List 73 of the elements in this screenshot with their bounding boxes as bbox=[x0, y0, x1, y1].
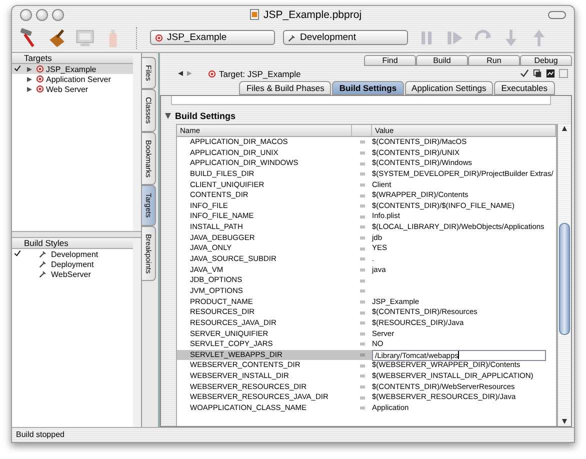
equals-icon bbox=[360, 214, 364, 219]
equals-icon bbox=[360, 225, 364, 230]
scroll-thumb[interactable] bbox=[559, 223, 570, 335]
equals-icon bbox=[360, 172, 364, 176]
target-item[interactable]: Application Server bbox=[12, 74, 133, 84]
equals-icon bbox=[360, 406, 364, 410]
equals-icon bbox=[360, 182, 364, 187]
column-header: Targets bbox=[12, 53, 133, 64]
equals-icon bbox=[360, 321, 364, 326]
equals-icon bbox=[360, 342, 364, 346]
equals-icon bbox=[360, 268, 364, 272]
target-popup[interactable]: JSP_Example bbox=[150, 30, 275, 45]
status-text: Build stopped bbox=[16, 430, 64, 439]
minimize-button[interactable] bbox=[36, 8, 48, 20]
equals-icon bbox=[360, 246, 364, 251]
copy-icon[interactable] bbox=[533, 69, 542, 78]
equals-icon bbox=[360, 204, 364, 208]
target-item[interactable]: Web Server bbox=[12, 84, 133, 94]
tab[interactable]: Executables bbox=[494, 81, 555, 95]
equals-icon bbox=[360, 396, 364, 400]
build-style-item[interactable]: Deployment bbox=[12, 259, 133, 269]
back-arrow-icon[interactable] bbox=[178, 71, 183, 76]
checkbox-icon[interactable] bbox=[559, 69, 568, 78]
chart-icon[interactable] bbox=[546, 69, 555, 78]
wrench-icon bbox=[39, 260, 47, 268]
close-button[interactable] bbox=[20, 8, 32, 20]
document-icon bbox=[250, 9, 260, 20]
scroll-bar[interactable] bbox=[557, 124, 571, 426]
equals-icon bbox=[360, 278, 364, 283]
build-style-item[interactable]: Development bbox=[12, 249, 133, 259]
target-icon bbox=[208, 70, 216, 78]
tab[interactable]: Files & Build Phases bbox=[239, 81, 332, 95]
forward-arrow-icon[interactable] bbox=[187, 71, 192, 76]
checkmark-icon bbox=[14, 65, 21, 72]
target-icon bbox=[155, 34, 163, 42]
splitter-handle[interactable] bbox=[12, 231, 141, 238]
equals-icon bbox=[360, 364, 364, 368]
equals-icon bbox=[360, 289, 364, 294]
section-title: Build Settings bbox=[175, 111, 236, 121]
window-title: JSP_Example.pbproj bbox=[263, 8, 362, 20]
equals-icon bbox=[360, 374, 364, 378]
build-style-popup[interactable]: Development bbox=[283, 30, 408, 45]
build-style-item[interactable]: WebServer bbox=[12, 269, 133, 279]
toolbar-button[interactable]: Debug bbox=[520, 55, 572, 66]
checkmark-icon bbox=[14, 250, 21, 257]
wrench-icon bbox=[39, 270, 47, 278]
toolbar-toggle-button[interactable] bbox=[548, 10, 566, 18]
equals-icon bbox=[360, 353, 364, 358]
equals-icon bbox=[360, 150, 364, 155]
tab[interactable]: Application Settings bbox=[404, 81, 494, 95]
wrench-icon bbox=[288, 34, 296, 42]
equals-icon bbox=[360, 332, 364, 336]
toolbar-button[interactable]: Find bbox=[364, 55, 416, 66]
equals-icon bbox=[360, 194, 364, 198]
scroll-up-icon[interactable] bbox=[562, 126, 567, 131]
scroll-down-icon[interactable] bbox=[562, 419, 567, 424]
zoom-button[interactable] bbox=[52, 8, 64, 20]
target-item[interactable]: JSP_Example bbox=[12, 64, 133, 74]
equals-icon bbox=[360, 300, 364, 304]
toolbar-button[interactable]: Run bbox=[468, 55, 520, 66]
equals-icon bbox=[360, 236, 364, 240]
disclosure-triangle-icon[interactable] bbox=[165, 113, 171, 119]
column-header: Build Styles bbox=[12, 238, 133, 249]
toolbar-button[interactable]: Build bbox=[416, 55, 468, 66]
equals-icon bbox=[360, 140, 364, 144]
equals-icon bbox=[360, 257, 364, 262]
target-selector[interactable]: Target: JSP_Example bbox=[196, 68, 301, 78]
wrench-icon bbox=[39, 250, 47, 258]
tab[interactable]: Build Settings bbox=[332, 81, 404, 95]
equals-icon bbox=[360, 162, 364, 166]
checkmark-icon[interactable] bbox=[520, 69, 529, 78]
equals-icon bbox=[360, 385, 364, 390]
equals-icon bbox=[360, 310, 364, 315]
